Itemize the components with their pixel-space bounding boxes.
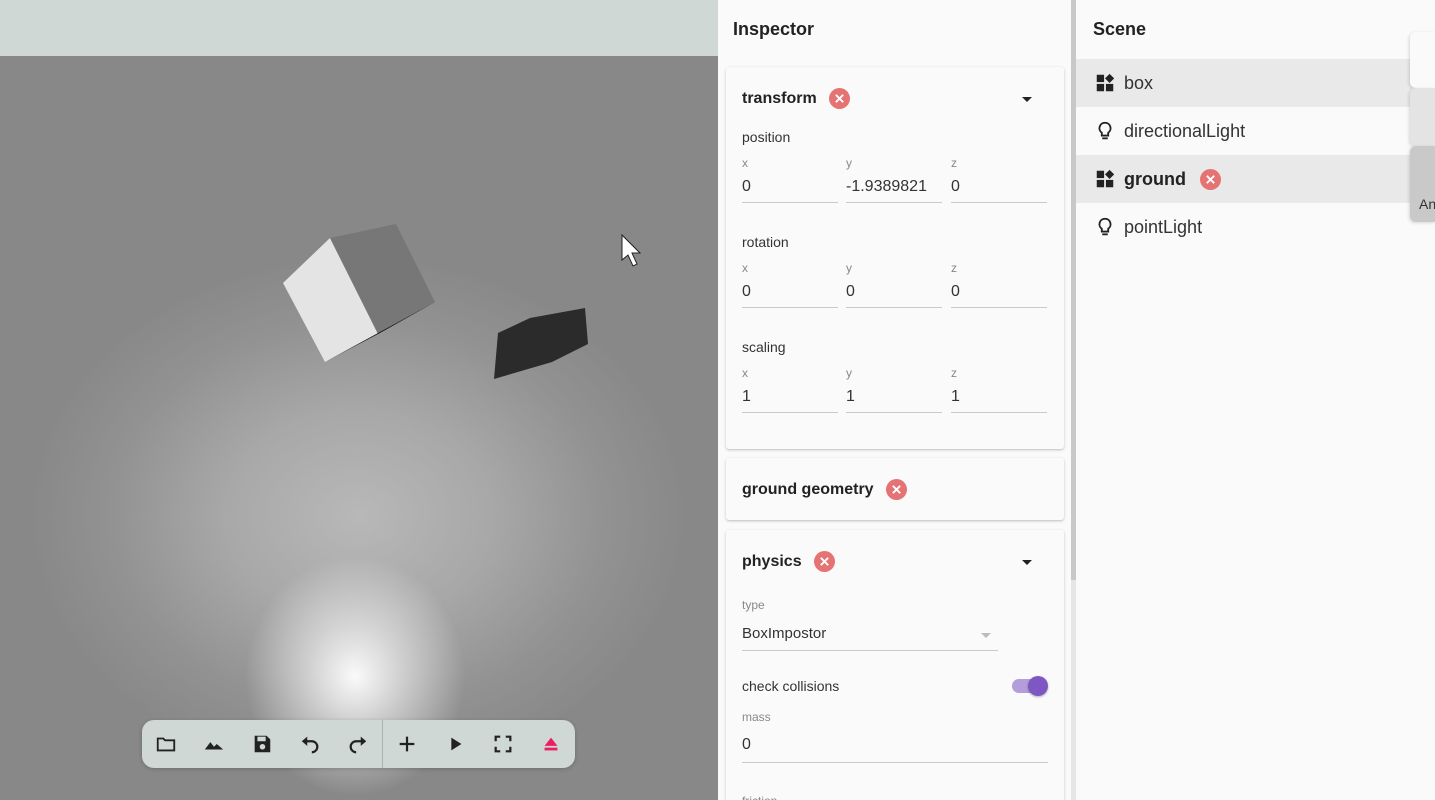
scene-item-label: box: [1124, 72, 1154, 93]
widgets-icon: [1096, 73, 1115, 92]
position-z-input[interactable]: 0: [951, 174, 1047, 203]
scene-item-ground[interactable]: ground: [1076, 155, 1416, 203]
scene-item-label: directionalLight: [1124, 120, 1246, 141]
widgets-icon: [1096, 169, 1115, 188]
scaling-x-label: x: [742, 366, 748, 380]
side-tab-label: An: [1419, 196, 1435, 212]
close-icon: [834, 94, 844, 103]
redo-button[interactable]: [334, 720, 382, 768]
play-icon: [451, 737, 462, 751]
physics-type-label: type: [742, 598, 765, 612]
mass-label: mass: [742, 710, 771, 724]
position-y-label: y: [846, 156, 852, 170]
physics-title: physics: [742, 552, 802, 570]
save-icon: [254, 735, 271, 753]
remove-transform-button[interactable]: [828, 88, 850, 109]
scaling-y-input[interactable]: 1: [846, 384, 942, 413]
scene-render: [283, 224, 642, 379]
scene-item-label: pointLight: [1124, 216, 1203, 237]
side-tab-animation[interactable]: An: [1410, 146, 1435, 222]
side-tabs: An: [1410, 32, 1435, 222]
lightbulb-icon: [1098, 217, 1112, 236]
scene-item-label: ground: [1124, 168, 1186, 189]
remove-geometry-button[interactable]: [885, 479, 907, 500]
bottom-toolbar: [142, 720, 575, 768]
side-tab-2[interactable]: [1410, 88, 1435, 146]
scaling-x-input[interactable]: 1: [742, 384, 838, 413]
transform-card: transform position x 0 y -1.9389821 z 0 …: [726, 67, 1064, 449]
scaling-z-input[interactable]: 1: [951, 384, 1047, 413]
dropdown-arrow-icon: [981, 633, 991, 638]
rotation-x-label: x: [742, 261, 748, 275]
mass-input[interactable]: 0: [742, 730, 1048, 763]
check-collisions-label: check collisions: [742, 678, 840, 694]
ground-mesh: [494, 308, 588, 379]
lightbulb-icon: [1098, 121, 1112, 140]
terrain-icon: [204, 742, 224, 750]
geometry-card: ground geometry: [726, 458, 1064, 520]
rotation-y-label: y: [846, 261, 852, 275]
remove-physics-button[interactable]: [813, 551, 835, 572]
physics-collapse-caret-icon[interactable]: [1022, 560, 1032, 565]
undo-icon: [301, 736, 319, 754]
undo-button[interactable]: [286, 720, 334, 768]
rotation-x-input[interactable]: 0: [742, 279, 838, 308]
physics-header: physics: [742, 551, 835, 572]
physics-type-select[interactable]: BoxImpostor: [742, 618, 998, 651]
scaling-y-label: y: [846, 366, 852, 380]
scene-panel: Scene box directionalLight ground pointL…: [1076, 0, 1435, 800]
transform-header: transform: [742, 88, 850, 109]
friction-label: friction: [742, 794, 777, 800]
position-label: position: [742, 129, 791, 145]
scene-item-box[interactable]: box: [1076, 59, 1416, 107]
close-icon: [1206, 175, 1215, 184]
open-folder-icon: [156, 737, 176, 752]
eject-button[interactable]: [527, 720, 575, 768]
remove-ground-button[interactable]: [1200, 169, 1221, 190]
save-button[interactable]: [238, 720, 286, 768]
position-x-label: x: [742, 156, 748, 170]
position-z-label: z: [951, 156, 957, 170]
close-icon: [891, 485, 901, 494]
rotation-y-input[interactable]: 0: [846, 279, 942, 308]
scene-item-pointlight[interactable]: pointLight: [1076, 203, 1416, 251]
viewport[interactable]: [0, 0, 718, 800]
transform-title: transform: [742, 89, 817, 107]
viewport-top-bar: [0, 0, 718, 56]
rotation-label: rotation: [742, 234, 789, 250]
rotation-z-label: z: [951, 261, 957, 275]
play-button[interactable]: [431, 720, 479, 768]
redo-icon: [349, 736, 367, 754]
position-y-input[interactable]: -1.9389821: [846, 174, 942, 203]
physics-card: physics type BoxImpostor check collision…: [726, 530, 1064, 800]
geometry-header: ground geometry: [742, 479, 907, 500]
scaling-z-label: z: [951, 366, 957, 380]
add-icon: [399, 736, 415, 752]
scaling-label: scaling: [742, 339, 786, 355]
position-x-input[interactable]: 0: [742, 174, 838, 203]
eject-icon: [544, 737, 558, 751]
fullscreen-icon: [494, 735, 512, 753]
open-folder-button[interactable]: [142, 720, 190, 768]
close-icon: [819, 557, 829, 566]
mouse-cursor-icon: [621, 233, 642, 267]
physics-type-value: BoxImpostor: [742, 625, 827, 642]
check-collisions-toggle-knob[interactable]: [1028, 676, 1048, 696]
side-tab-1[interactable]: [1410, 32, 1435, 88]
scene-title: Scene: [1093, 19, 1147, 39]
geometry-title: ground geometry: [742, 480, 874, 498]
inspector-title: Inspector: [733, 19, 815, 39]
add-button[interactable]: [383, 720, 431, 768]
terrain-button[interactable]: [190, 720, 238, 768]
fullscreen-button[interactable]: [479, 720, 527, 768]
scene-item-directionallight[interactable]: directionalLight: [1076, 107, 1416, 155]
transform-collapse-caret-icon[interactable]: [1022, 97, 1032, 102]
rotation-z-input[interactable]: 0: [951, 279, 1047, 308]
